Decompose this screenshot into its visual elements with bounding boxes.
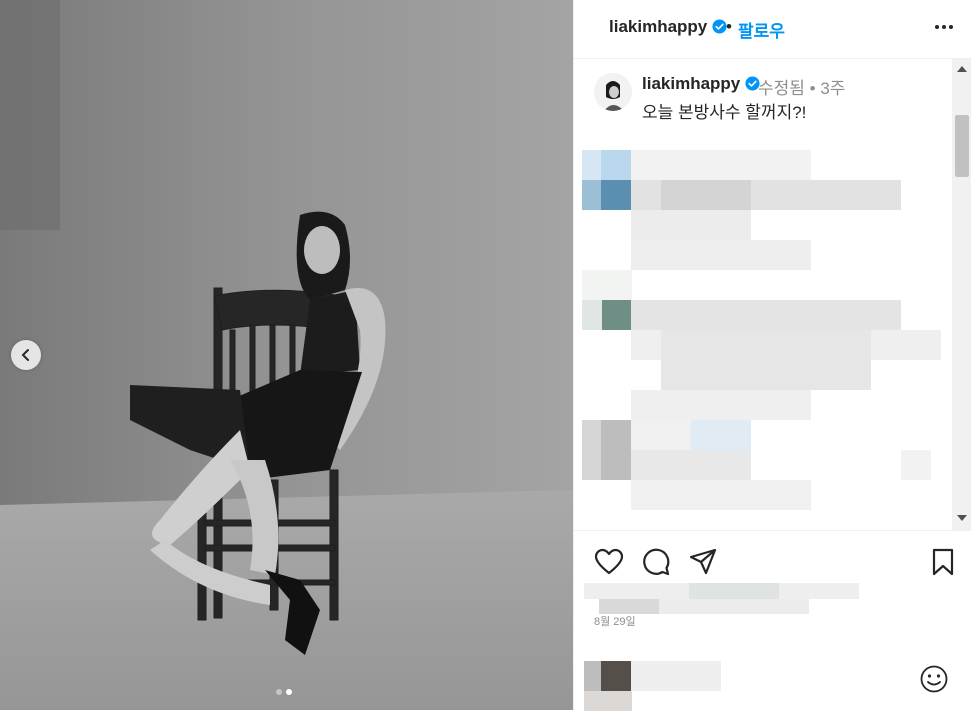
chevron-left-icon — [21, 349, 29, 361]
obscured-text — [691, 420, 751, 450]
obscured-avatar — [584, 691, 632, 711]
obscured-text — [661, 180, 751, 210]
avatar-image — [594, 73, 632, 111]
obscured-text — [631, 300, 901, 330]
obscured-avatar — [601, 420, 631, 480]
follow-button[interactable]: 팔로우 — [738, 17, 785, 42]
obscured-avatar — [584, 661, 602, 691]
carousel-prev-button[interactable] — [11, 340, 41, 370]
header-separator: • — [726, 17, 732, 36]
obscured-text — [631, 150, 811, 180]
obscured-text — [631, 661, 721, 691]
comments-scrollbar[interactable] — [952, 59, 971, 530]
obscured-avatar — [601, 300, 631, 330]
caption-username-text[interactable]: liakimhappy — [642, 74, 740, 93]
post-actions: 8월 29일 — [574, 530, 971, 711]
carousel-indicator — [276, 689, 292, 695]
obscured-text — [631, 450, 751, 480]
header-username-link[interactable]: liakimhappy — [609, 17, 727, 37]
obscured-text — [631, 480, 811, 510]
scrollbar-thumb[interactable] — [955, 115, 969, 177]
obscured-text — [631, 390, 811, 420]
post-side-panel: liakimhappy • 팔로우 liakimhappy 수정됨 • 3주 오… — [573, 0, 971, 711]
caption-text: 오늘 본방사수 할꺼지?! — [642, 103, 807, 122]
obscured-likes-text — [689, 583, 779, 599]
photo-image — [0, 0, 573, 710]
post-photo — [0, 0, 573, 710]
bookmark-icon[interactable] — [928, 547, 958, 577]
obscured-likes-text — [659, 599, 809, 614]
post-header: liakimhappy • 팔로우 — [574, 0, 971, 59]
paper-plane-icon[interactable] — [688, 547, 718, 577]
scroll-down-arrow-icon[interactable] — [957, 514, 967, 522]
comment-bubble-icon[interactable] — [641, 547, 671, 577]
scroll-up-arrow-icon[interactable] — [957, 65, 967, 73]
obscured-avatar — [582, 300, 602, 330]
obscured-avatar — [601, 150, 631, 180]
carousel-dot — [276, 689, 282, 695]
obscured-avatar — [601, 661, 631, 691]
avatar[interactable] — [594, 73, 632, 111]
caption-username[interactable]: liakimhappy — [642, 74, 760, 94]
obscured-likes-text — [599, 599, 659, 614]
carousel-dot-active — [286, 689, 292, 695]
obscured-avatar — [601, 180, 631, 210]
more-options-icon[interactable] — [933, 16, 955, 38]
obscured-text — [631, 240, 811, 270]
obscured-text — [661, 330, 871, 390]
post-date: 8월 29일 — [594, 616, 636, 628]
obscured-text — [631, 210, 751, 240]
emoji-smile-icon[interactable] — [919, 664, 949, 694]
caption-meta: 수정됨 • 3주 — [758, 79, 846, 98]
comments-section[interactable]: liakimhappy 수정됨 • 3주 오늘 본방사수 할꺼지?! — [574, 59, 971, 530]
header-username[interactable]: liakimhappy — [609, 17, 707, 36]
verified-badge-icon — [712, 19, 727, 34]
heart-icon[interactable] — [594, 547, 624, 577]
obscured-avatar — [582, 270, 632, 300]
obscured-text — [901, 450, 931, 480]
